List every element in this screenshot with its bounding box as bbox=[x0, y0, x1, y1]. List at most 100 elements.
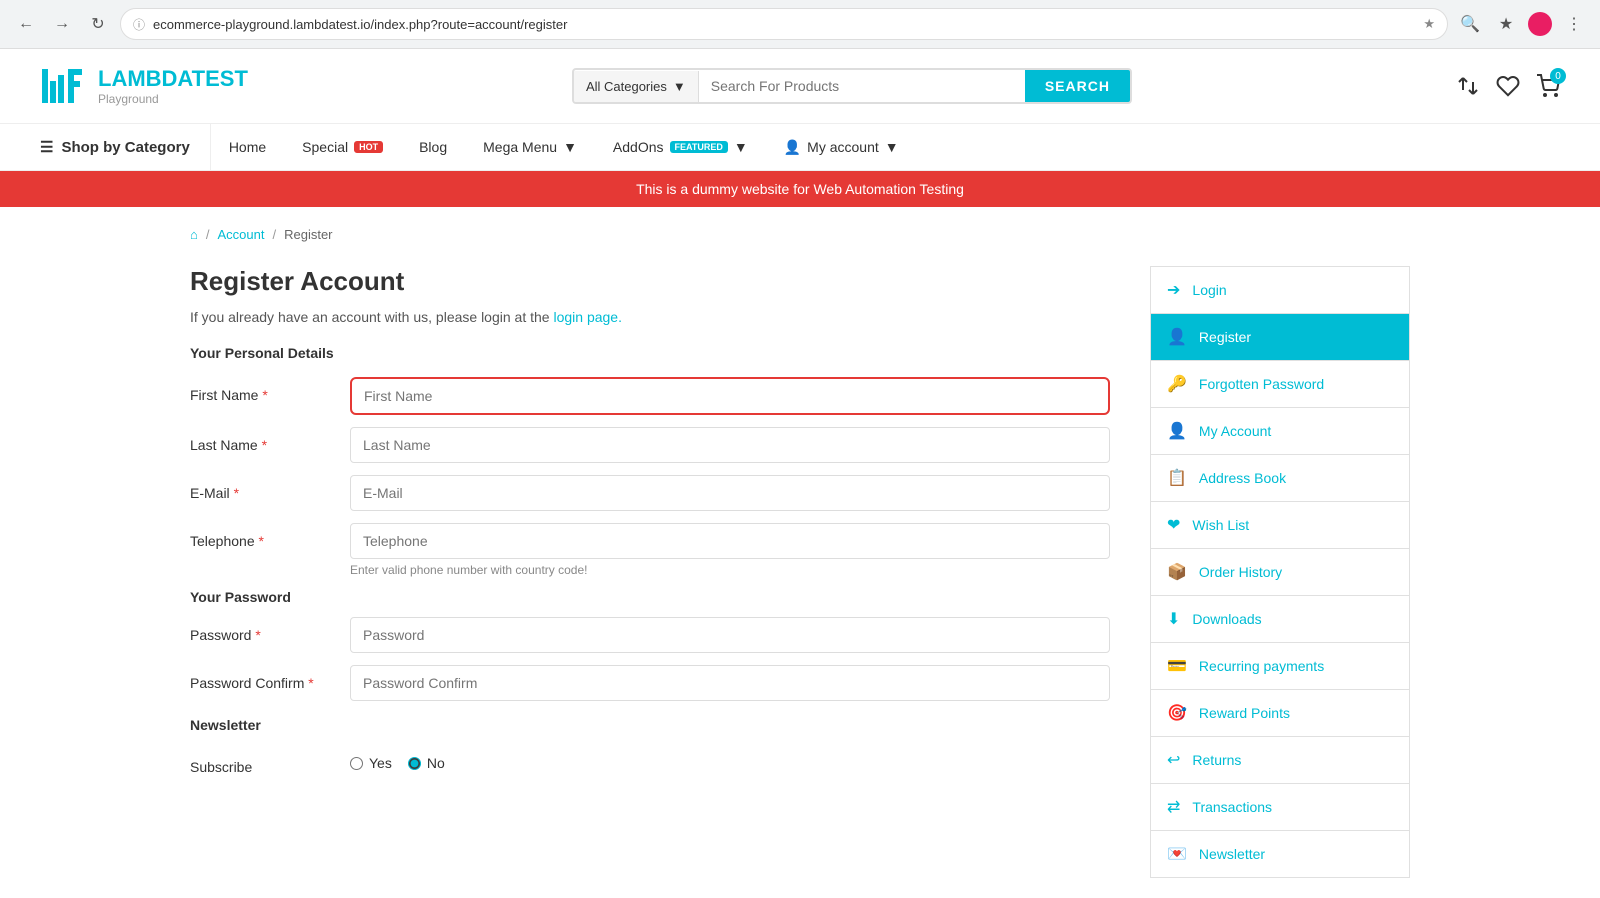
red-banner: This is a dummy website for Web Automati… bbox=[0, 171, 1600, 207]
sidebar-item-reward-points[interactable]: 🎯 Reward Points bbox=[1150, 690, 1410, 737]
password-confirm-group: Password Confirm * bbox=[190, 665, 1110, 701]
compare-button[interactable] bbox=[1456, 74, 1480, 98]
cart-badge: 0 bbox=[1550, 68, 1566, 84]
first-name-required: * bbox=[262, 387, 267, 403]
bookmark-button[interactable]: ★ bbox=[1492, 10, 1520, 38]
nav-bar: ☰ Shop by Category Home Special Hot Blog… bbox=[0, 124, 1600, 171]
zoom-button[interactable]: 🔍 bbox=[1456, 10, 1484, 38]
nav-item-home[interactable]: Home bbox=[211, 125, 284, 169]
sidebar-item-wish-list[interactable]: ❤ Wish List bbox=[1150, 502, 1410, 549]
first-name-input[interactable] bbox=[350, 377, 1110, 415]
category-dropdown[interactable]: All Categories ▼ bbox=[574, 71, 699, 102]
last-name-field bbox=[350, 427, 1110, 463]
telephone-input[interactable] bbox=[350, 523, 1110, 559]
telephone-label: Telephone * bbox=[190, 523, 350, 549]
subscribe-label: Subscribe bbox=[190, 749, 350, 775]
form-intro: If you already have an account with us, … bbox=[190, 309, 1110, 325]
breadcrumb: ⌂ / Account / Register bbox=[190, 227, 1410, 242]
password-input[interactable] bbox=[350, 617, 1110, 653]
sidebar-item-recurring-payments[interactable]: 💳 Recurring payments bbox=[1150, 643, 1410, 690]
transactions-icon: ⇄ bbox=[1167, 797, 1180, 817]
chevron-down-icon: ▼ bbox=[734, 139, 748, 155]
sidebar-item-transactions[interactable]: ⇄ Transactions bbox=[1150, 784, 1410, 831]
email-field bbox=[350, 475, 1110, 511]
sidebar-item-login[interactable]: ➔ Login bbox=[1150, 266, 1410, 314]
forward-button[interactable]: → bbox=[48, 10, 76, 38]
reward-icon: 🎯 bbox=[1167, 703, 1187, 723]
search-input[interactable] bbox=[699, 70, 1025, 102]
password-label: Password * bbox=[190, 617, 350, 643]
breadcrumb-account[interactable]: Account bbox=[217, 227, 264, 242]
account-icon: 👤 bbox=[1167, 421, 1187, 441]
nav-item-mega-menu[interactable]: Mega Menu ▼ bbox=[465, 125, 595, 169]
back-button[interactable]: ← bbox=[12, 10, 40, 38]
logo-area[interactable]: LAMBDATEST Playground bbox=[40, 61, 248, 111]
login-icon: ➔ bbox=[1167, 280, 1180, 300]
sidebar-item-my-account[interactable]: 👤 My Account bbox=[1150, 408, 1410, 455]
breadcrumb-home[interactable]: ⌂ bbox=[190, 227, 198, 242]
register-icon: 👤 bbox=[1167, 327, 1187, 347]
hot-badge: Hot bbox=[354, 141, 383, 153]
telephone-group: Telephone * Enter valid phone number wit… bbox=[190, 523, 1110, 577]
telephone-field: Enter valid phone number with country co… bbox=[350, 523, 1110, 577]
chevron-down-icon: ▼ bbox=[885, 139, 899, 155]
breadcrumb-current: Register bbox=[284, 227, 332, 242]
refresh-button[interactable]: ↻ bbox=[84, 10, 112, 38]
last-name-label: Last Name * bbox=[190, 427, 350, 453]
password-confirm-label: Password Confirm * bbox=[190, 665, 350, 691]
email-input[interactable] bbox=[350, 475, 1110, 511]
login-link[interactable]: login page. bbox=[553, 309, 622, 325]
form-section: Register Account If you already have an … bbox=[190, 266, 1110, 878]
sidebar-item-address-book[interactable]: 📋 Address Book bbox=[1150, 455, 1410, 502]
nav-item-addons[interactable]: AddOns Featured ▼ bbox=[595, 125, 766, 169]
user-avatar[interactable] bbox=[1528, 12, 1552, 36]
password-required: * bbox=[255, 627, 260, 643]
order-icon: 📦 bbox=[1167, 562, 1187, 582]
menu-button[interactable]: ⋮ bbox=[1560, 10, 1588, 38]
telephone-hint: Enter valid phone number with country co… bbox=[350, 563, 1110, 577]
subscribe-yes-label[interactable]: Yes bbox=[350, 755, 392, 771]
chevron-down-icon: ▼ bbox=[563, 139, 577, 155]
hamburger-icon: ☰ bbox=[40, 138, 53, 156]
email-label: E-Mail * bbox=[190, 475, 350, 501]
sidebar-item-forgotten-password[interactable]: 🔑 Forgotten Password bbox=[1150, 361, 1410, 408]
subscribe-yes-radio[interactable] bbox=[350, 757, 363, 770]
cart-button[interactable]: 0 bbox=[1536, 74, 1560, 98]
breadcrumb-sep-1: / bbox=[206, 227, 210, 242]
last-name-group: Last Name * bbox=[190, 427, 1110, 463]
nav-item-blog[interactable]: Blog bbox=[401, 125, 465, 169]
search-bar: All Categories ▼ SEARCH bbox=[572, 68, 1132, 104]
newsletter-section-title: Newsletter bbox=[190, 717, 1110, 733]
sidebar: ➔ Login 👤 Register 🔑 Forgotten Password … bbox=[1150, 266, 1410, 878]
download-icon: ⬇ bbox=[1167, 609, 1180, 629]
nav-item-special[interactable]: Special Hot bbox=[284, 125, 401, 169]
password-field bbox=[350, 617, 1110, 653]
main-content: ⌂ / Account / Register Register Account … bbox=[150, 207, 1450, 898]
sidebar-item-order-history[interactable]: 📦 Order History bbox=[1150, 549, 1410, 596]
shop-by-category[interactable]: ☰ Shop by Category bbox=[40, 124, 211, 170]
sidebar-item-downloads[interactable]: ⬇ Downloads bbox=[1150, 596, 1410, 643]
heart-icon: ❤ bbox=[1167, 515, 1180, 535]
password-group: Password * bbox=[190, 617, 1110, 653]
wishlist-button[interactable] bbox=[1496, 74, 1520, 98]
search-button[interactable]: SEARCH bbox=[1025, 70, 1130, 102]
password-section-title: Your Password bbox=[190, 589, 1110, 605]
last-name-input[interactable] bbox=[350, 427, 1110, 463]
chevron-down-icon: ▼ bbox=[673, 79, 686, 94]
password-confirm-input[interactable] bbox=[350, 665, 1110, 701]
home-icon: ⌂ bbox=[190, 227, 198, 242]
first-name-label: First Name * bbox=[190, 377, 350, 403]
sidebar-item-register[interactable]: 👤 Register bbox=[1150, 314, 1410, 361]
nav-links: Home Special Hot Blog Mega Menu ▼ AddOns… bbox=[211, 125, 917, 170]
password-confirm-required: * bbox=[308, 675, 313, 691]
subscribe-no-radio[interactable] bbox=[408, 757, 421, 770]
address-bar[interactable]: ⓘ ecommerce-playground.lambdatest.io/ind… bbox=[120, 8, 1448, 40]
subscribe-no-label[interactable]: No bbox=[408, 755, 445, 771]
address-icon: 📋 bbox=[1167, 468, 1187, 488]
breadcrumb-sep-2: / bbox=[272, 227, 276, 242]
header-icons: 0 bbox=[1456, 74, 1560, 98]
nav-item-my-account[interactable]: 👤 My account ▼ bbox=[766, 125, 917, 170]
sidebar-item-returns[interactable]: ↩ Returns bbox=[1150, 737, 1410, 784]
newsletter-icon: 💌 bbox=[1167, 844, 1187, 864]
logo-text: LAMBDATEST Playground bbox=[98, 66, 248, 107]
